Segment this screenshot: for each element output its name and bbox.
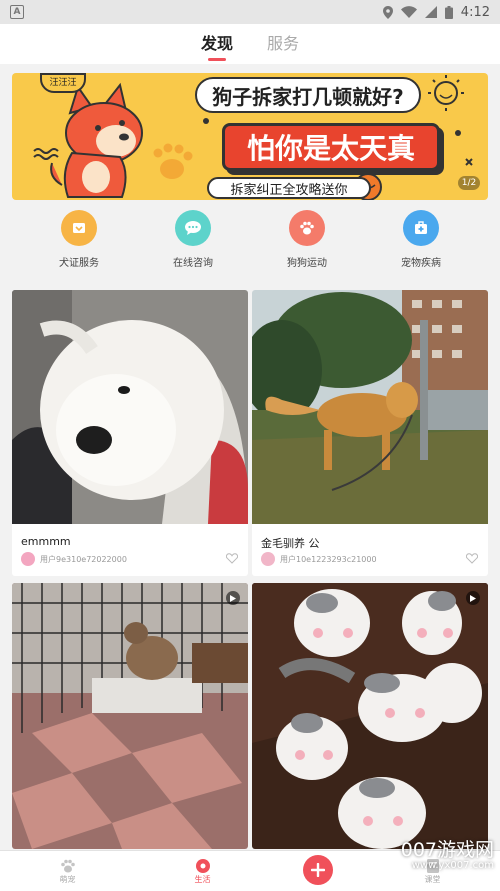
dog-in-cage-photo — [12, 583, 248, 849]
service-label: 在线咨询 — [173, 258, 213, 269]
tab-discover[interactable]: 发现 — [201, 30, 233, 64]
top-tab-bar: 发现 服务 — [0, 24, 500, 64]
nav-item-pets[interactable]: 萌宠 — [33, 858, 103, 885]
certificate-icon — [61, 210, 97, 246]
service-pet-disease[interactable]: 宠物疾病 — [381, 210, 461, 278]
post-card[interactable] — [12, 583, 248, 849]
kittens-photo — [252, 583, 488, 849]
service-label: 狗狗运动 — [287, 258, 327, 269]
banner-subtitle: 拆家纠正全攻略送你 — [207, 177, 371, 199]
banner-page-indicator: 1/2 — [458, 176, 480, 190]
like-heart-icon[interactable] — [466, 553, 478, 564]
life-icon — [195, 858, 210, 873]
banner-main-title: 怕你是太天真 — [222, 123, 440, 171]
post-title: 金毛驯养 公 — [261, 537, 320, 550]
post-card[interactable]: emmmm 用户9e310e72022000 — [12, 290, 248, 576]
banner-speech-bubble: 汪汪汪 — [40, 73, 86, 93]
signal-icon — [424, 6, 437, 18]
site-watermark: 007游戏网 www.yx007.com — [401, 840, 494, 872]
tab-services[interactable]: 服务 — [267, 30, 299, 64]
status-bar: A 4:12 — [0, 0, 500, 24]
post-card[interactable]: 金毛驯养 公 用户10e1223293c21000 — [252, 290, 488, 576]
battery-icon — [444, 5, 453, 19]
paw-icon — [289, 210, 325, 246]
avatar — [21, 552, 35, 566]
app-notification-icon: A — [10, 5, 24, 19]
avatar — [261, 552, 275, 566]
service-online-consult[interactable]: 在线咨询 — [153, 210, 233, 278]
video-play-icon — [226, 591, 240, 605]
samoyed-dog-photo — [12, 290, 248, 524]
post-card[interactable] — [252, 583, 488, 849]
nav-label: 课堂 — [424, 874, 441, 884]
golden-retriever-photo — [252, 290, 488, 524]
service-label: 犬证服务 — [59, 258, 99, 269]
service-dog-exercise[interactable]: 狗狗运动 — [267, 210, 347, 278]
post-author[interactable]: 用户10e1223293c21000 — [261, 552, 377, 566]
watermark-url: www.yx007.com — [411, 860, 494, 871]
nav-add-button[interactable] — [302, 855, 333, 885]
nav-item-life[interactable]: 生活 — [168, 858, 238, 885]
status-time: 4:12 — [460, 4, 490, 20]
post-title: emmmm — [21, 535, 71, 548]
like-heart-icon[interactable] — [226, 553, 238, 564]
post-author-name: 用户10e1223293c21000 — [280, 554, 377, 564]
promo-banner[interactable]: 汪汪汪 狗子拆家打几顿就好? 怕你是太天真 拆家纠正全攻略送你 1/2 — [12, 73, 488, 200]
post-author-name: 用户9e310e72022000 — [40, 554, 127, 564]
video-play-icon — [466, 591, 480, 605]
plus-icon — [310, 863, 325, 877]
service-label: 宠物疾病 — [401, 258, 441, 269]
chat-bubble-icon — [175, 210, 211, 246]
medical-kit-icon — [403, 210, 439, 246]
location-icon — [382, 5, 393, 19]
nav-label: 萌宠 — [59, 874, 76, 884]
wifi-icon — [400, 6, 417, 18]
watermark-brand: 007游戏网 — [400, 839, 494, 861]
service-dog-license[interactable]: 犬证服务 — [39, 210, 119, 278]
service-shortcuts: 犬证服务 在线咨询 狗狗运动 宠物疾病 — [0, 210, 500, 278]
nav-label: 生活 — [194, 874, 211, 884]
paw-icon — [60, 859, 75, 872]
banner-headline: 狗子拆家打几顿就好? — [195, 77, 421, 113]
post-author[interactable]: 用户9e310e72022000 — [21, 552, 127, 566]
